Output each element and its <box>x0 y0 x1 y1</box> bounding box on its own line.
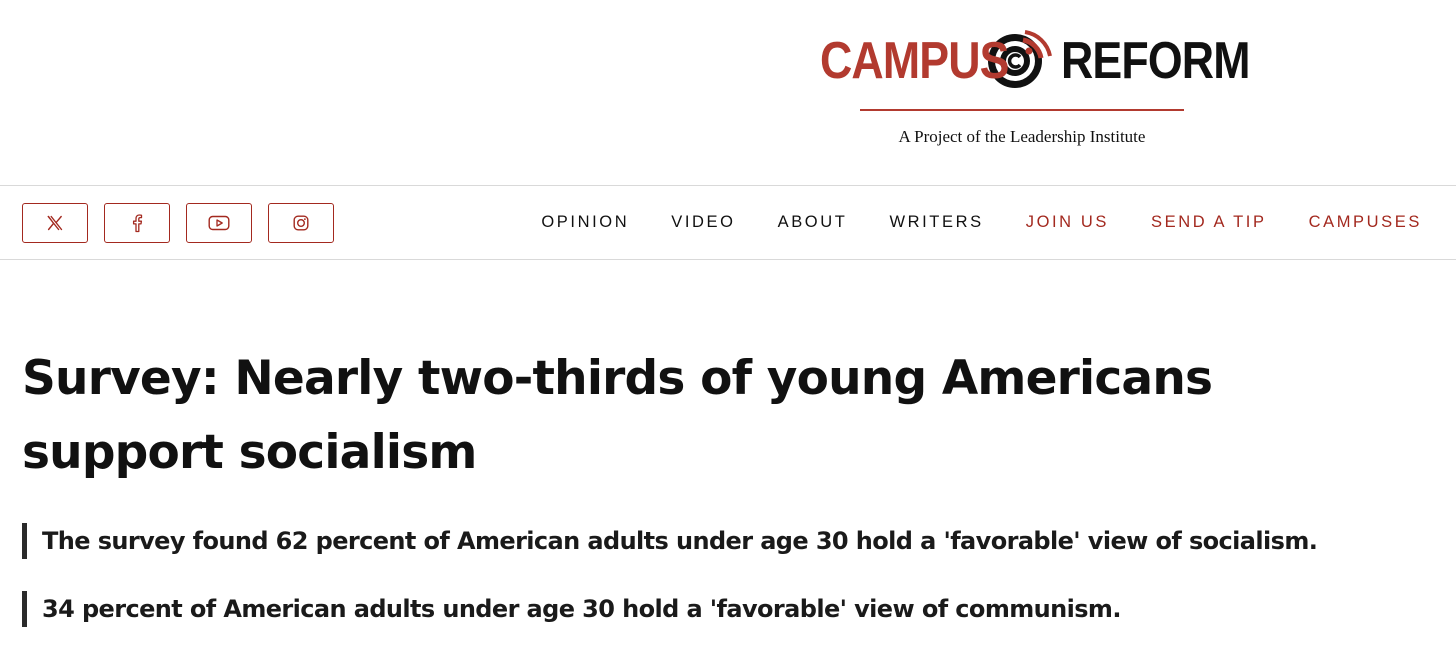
nav-opinion[interactable]: OPINION <box>541 213 629 232</box>
nav-join-us[interactable]: JOIN US <box>1026 213 1109 232</box>
instagram-social-button[interactable] <box>268 203 334 243</box>
x-icon <box>47 215 63 231</box>
article-subhead: 34 percent of American adults under age … <box>22 591 1121 627</box>
nav-send-a-tip[interactable]: SEND A TIP <box>1151 213 1267 232</box>
logo-word-campus: CAMPUS <box>820 32 1009 90</box>
facebook-icon <box>132 214 143 233</box>
nav-campuses[interactable]: CAMPUSES <box>1309 213 1422 232</box>
youtube-social-button[interactable] <box>186 203 252 243</box>
instagram-icon <box>293 215 309 231</box>
logo-word-reform: REFORM <box>1061 32 1250 90</box>
article-subhead: The survey found 62 percent of American … <box>22 523 1318 559</box>
site-logo[interactable]: CAMPUS REFORM <box>820 26 1250 96</box>
logo-tagline: A Project of the Leadership Institute <box>898 127 1146 146</box>
main-navbar: OPINION VIDEO ABOUT WRITERS JOIN US SEND… <box>0 185 1456 260</box>
facebook-social-button[interactable] <box>104 203 170 243</box>
nav-about[interactable]: ABOUT <box>778 213 848 232</box>
youtube-icon <box>208 215 230 231</box>
subhead-text: The survey found 62 percent of American … <box>42 527 1318 555</box>
logo-divider <box>860 109 1184 111</box>
subhead-bar <box>22 523 27 559</box>
x-social-button[interactable] <box>22 203 88 243</box>
article-headline: Survey: Nearly two-thirds of young Ameri… <box>22 351 1213 480</box>
subhead-text: 34 percent of American adults under age … <box>42 595 1121 623</box>
subhead-bar <box>22 591 27 627</box>
masthead: CAMPUS REFORM A Project of the Leadershi… <box>0 0 1456 185</box>
nav-links: OPINION VIDEO ABOUT WRITERS JOIN US SEND… <box>499 186 1422 259</box>
nav-writers[interactable]: WRITERS <box>889 213 983 232</box>
nav-video[interactable]: VIDEO <box>671 213 735 232</box>
